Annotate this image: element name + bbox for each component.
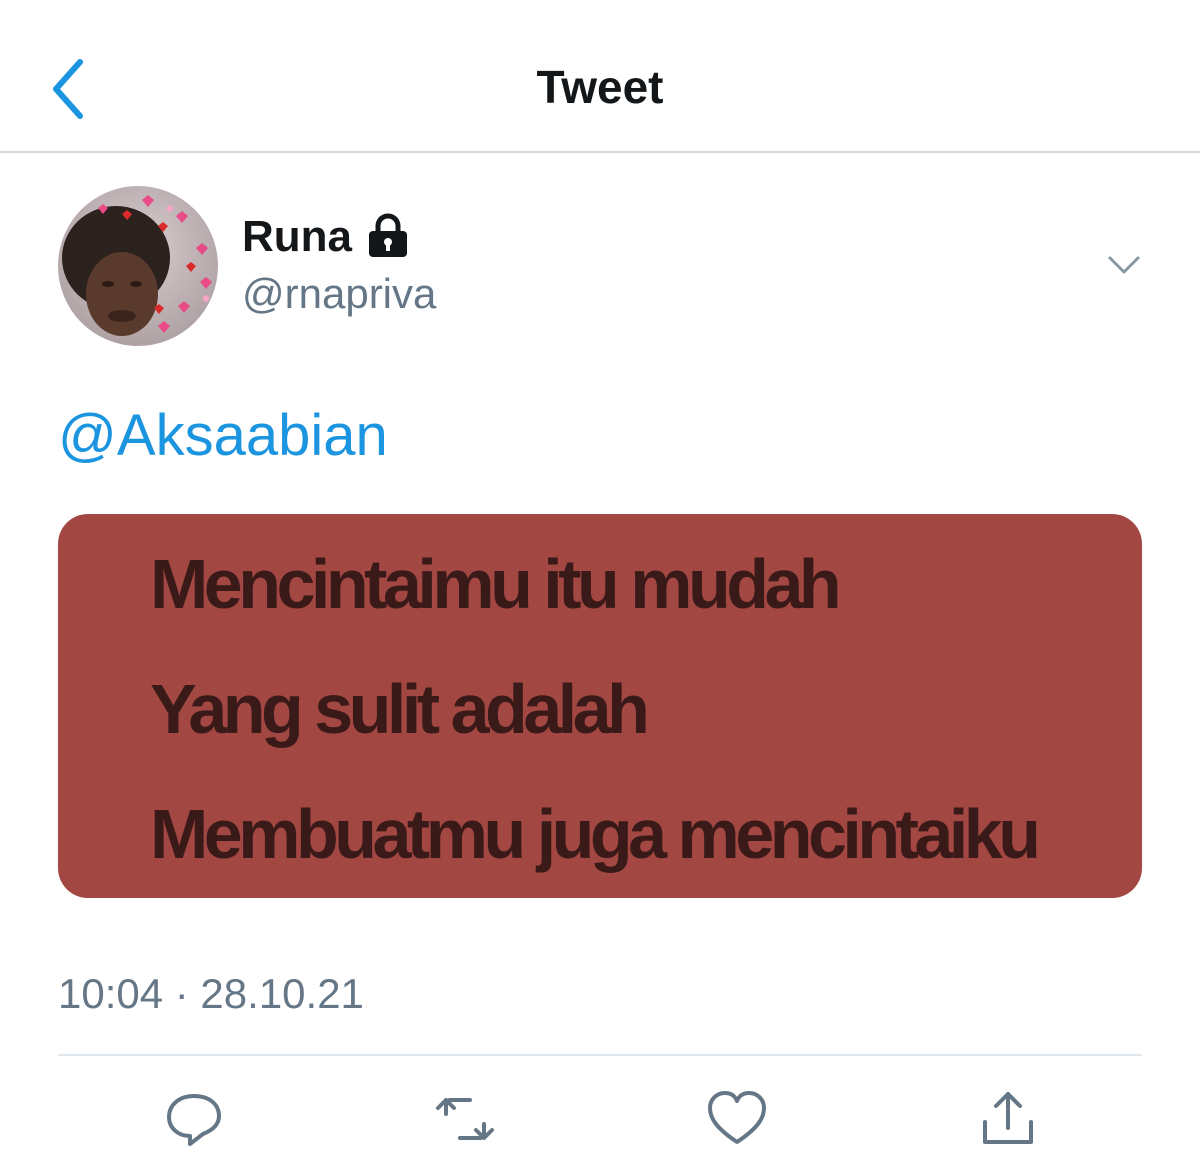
reply-icon xyxy=(167,1094,221,1146)
tweet-timestamp: 10:04 · 28.10.21 xyxy=(58,970,364,1017)
like-icon xyxy=(708,1091,766,1144)
media-text-line: Yang sulit adalah xyxy=(150,670,650,748)
mention-link[interactable]: @Aksaabian xyxy=(58,402,388,469)
retweet-button[interactable] xyxy=(434,1088,496,1150)
media-text-line: Mencintaimu itu mudah xyxy=(150,545,842,623)
tweet-media[interactable]: Mencintaimu itu mudah Yang sulit adalah … xyxy=(58,514,1142,898)
media-text-line: Aku xyxy=(150,886,273,898)
like-button[interactable] xyxy=(706,1088,768,1150)
avatar-image xyxy=(58,186,218,346)
display-name[interactable]: Runa xyxy=(242,212,352,262)
page-title: Tweet xyxy=(536,61,664,113)
avatar[interactable] xyxy=(58,186,218,346)
share-button[interactable] xyxy=(977,1088,1039,1150)
divider xyxy=(58,1054,1142,1056)
chevron-down-icon xyxy=(1108,256,1140,274)
navigation-bar: Tweet xyxy=(0,0,1200,153)
username[interactable]: @rnapriva xyxy=(242,270,436,318)
share-icon xyxy=(983,1092,1033,1144)
reply-button[interactable] xyxy=(163,1088,225,1150)
retweet-icon xyxy=(436,1098,494,1140)
lock-icon xyxy=(366,212,410,258)
media-text-line: Membuatmu juga mencintaiku xyxy=(150,795,1041,873)
tweet-menu-button[interactable] xyxy=(1104,250,1144,280)
